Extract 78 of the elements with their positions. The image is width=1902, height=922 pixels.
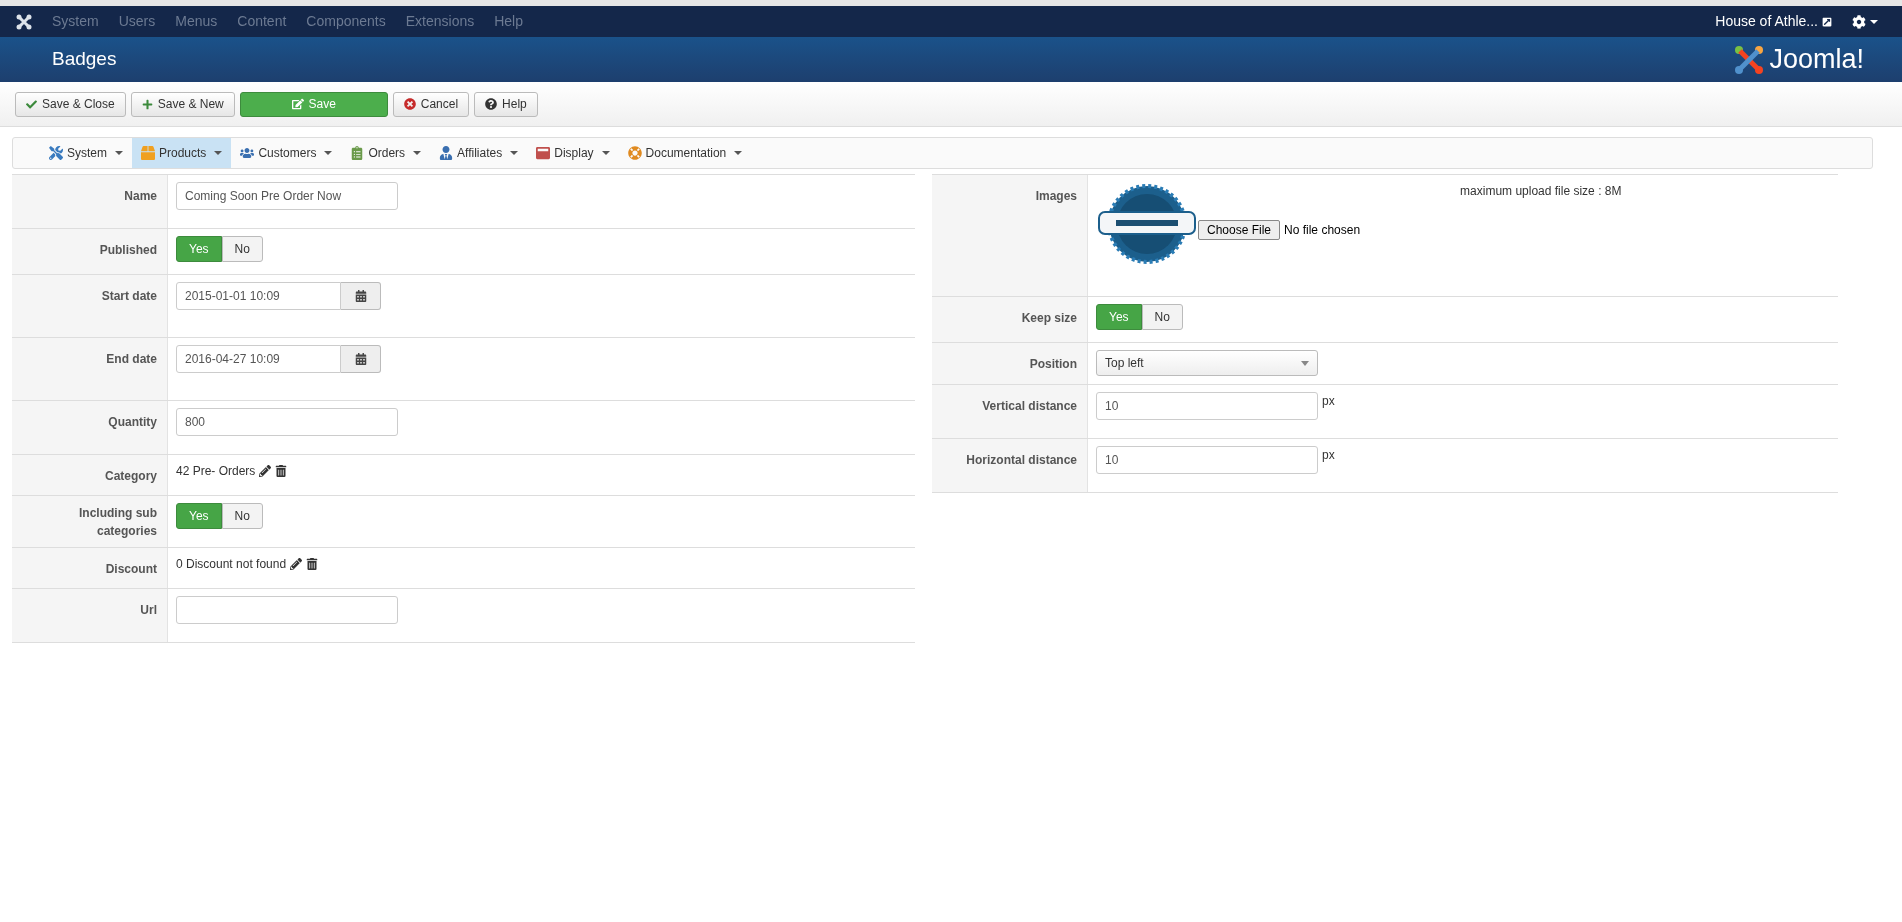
field-label: Name [124, 188, 157, 205]
caret-icon [601, 151, 610, 155]
file-status: No file chosen [1284, 222, 1361, 239]
field-value: 42 Pre- Orders [176, 463, 256, 480]
submenu-item[interactable]: Products [132, 138, 232, 168]
field-label: Discount [105, 561, 157, 578]
box-icon [141, 146, 155, 160]
calendar-icon [354, 290, 367, 302]
page-title: Badges [52, 47, 117, 72]
caret-icon [510, 151, 519, 155]
calendar-icon [354, 353, 367, 365]
people-icon [240, 146, 255, 160]
text-field[interactable] [176, 596, 398, 624]
field-label: Vertical distance [982, 398, 1077, 415]
caret-icon [214, 151, 223, 155]
person-icon [439, 146, 454, 160]
field-label: Published [99, 242, 157, 259]
edit-icon[interactable] [259, 465, 272, 477]
unit-label: px [1322, 393, 1335, 410]
field-label: End date [106, 351, 157, 368]
field-label: Position [1029, 356, 1077, 373]
joomla-logo-icon [1733, 43, 1766, 76]
clipboard-icon [350, 146, 365, 160]
field-label: Including sub categories [78, 505, 157, 540]
delete-icon[interactable] [306, 558, 319, 570]
joomla-wordmark: Joomla! [1769, 46, 1864, 73]
edit-icon [291, 98, 304, 110]
field-label: Keep size [1021, 310, 1077, 327]
field-label: Start date [101, 288, 157, 305]
toggle-option[interactable]: No [221, 236, 263, 262]
toolbar-button[interactable]: Cancel [392, 91, 470, 117]
caret-icon [115, 151, 123, 155]
submenu-item[interactable]: Display [527, 138, 619, 168]
submenu-item[interactable]: System [40, 138, 132, 168]
field-label: Quantity [108, 414, 157, 431]
caret-icon [734, 151, 743, 155]
calendar-button[interactable] [341, 282, 381, 310]
submenu-item[interactable]: Affiliates [430, 138, 528, 168]
field-label: Horizontal distance [966, 452, 1077, 469]
choose-file-button[interactable]: Choose File [1198, 220, 1281, 240]
joomla-logo-icon [16, 13, 32, 30]
toolbar-button[interactable]: Save & New [130, 91, 235, 117]
toggle-option[interactable]: No [221, 503, 263, 529]
window-icon [536, 146, 551, 160]
position-select[interactable]: Top left [1096, 350, 1318, 376]
caret-icon [324, 151, 333, 155]
submenu-item[interactable]: Documentation [618, 138, 752, 168]
text-field[interactable]: Coming Soon Pre Order Now [176, 182, 398, 210]
delete-icon[interactable] [275, 465, 288, 477]
text-field[interactable]: 800 [176, 408, 398, 436]
date-field[interactable]: 2016-04-27 10:09 [176, 345, 341, 373]
field-label: Url [140, 602, 157, 619]
toolbar-button[interactable]: Save & Close [15, 91, 126, 117]
caret-icon [413, 151, 422, 155]
settings-menu-button[interactable] [1852, 14, 1878, 29]
calendar-button[interactable] [341, 345, 381, 373]
field-label: Category [105, 468, 157, 485]
field-label: Images [1035, 188, 1077, 205]
toggle-option[interactable]: No [1141, 304, 1183, 330]
number-field[interactable]: 10 [1096, 392, 1318, 420]
lifebuoy-icon [627, 146, 642, 160]
check-icon [26, 98, 37, 110]
external-link-icon [1822, 16, 1832, 27]
settings-icon [1852, 14, 1866, 29]
date-field[interactable]: 2015-01-01 10:09 [176, 282, 341, 310]
edit-icon[interactable] [290, 558, 303, 570]
submenu-item[interactable]: Customers [231, 138, 342, 168]
submenu-item[interactable]: Orders [341, 138, 431, 168]
cancel-icon [403, 98, 416, 110]
field-value: 0 Discount not found [176, 556, 287, 573]
unit-label: px [1322, 447, 1335, 464]
toolbar-button[interactable]: Help [474, 91, 538, 117]
plus-icon [141, 98, 153, 110]
help-icon [485, 98, 498, 110]
tools-icon [49, 146, 63, 160]
upload-note: maximum upload file size : 8M [1460, 183, 1622, 200]
number-field[interactable]: 10 [1096, 446, 1318, 474]
site-link[interactable]: House of Athle... [1715, 11, 1818, 32]
